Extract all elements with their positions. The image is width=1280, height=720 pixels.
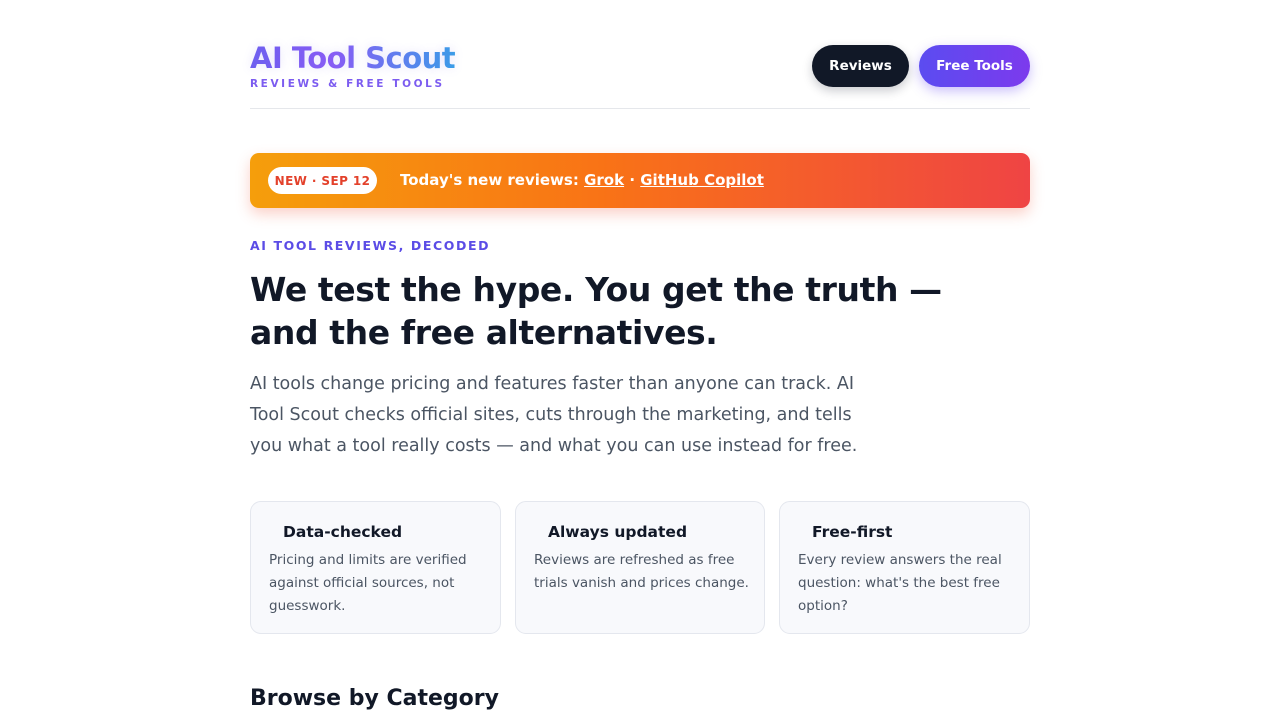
feature-card-title: Free-first xyxy=(812,523,893,541)
feature-card-title: Always updated xyxy=(548,523,688,541)
browse-by-category-heading: Browse by Category xyxy=(250,686,499,711)
banner-separator: · xyxy=(629,171,636,189)
grok-review-link[interactable]: Grok xyxy=(584,171,624,189)
feature-card-always-updated: Always updated Reviews are refreshed as … xyxy=(515,501,765,634)
hero-headline: We test the hype. You get the truth — an… xyxy=(250,268,950,354)
banner-prefix: Today's new reviews: xyxy=(400,171,579,189)
feature-card-body: Reviews are refreshed as free trials van… xyxy=(534,552,749,591)
feature-card-data-checked: Data-checked Pricing and limits are veri… xyxy=(250,501,501,634)
github-copilot-review-link[interactable]: GitHub Copilot xyxy=(640,171,764,189)
new-reviews-banner: NEW · SEP 12 Today's new reviews: Grok ·… xyxy=(250,153,1030,208)
site-logo[interactable]: AI Tool Scout xyxy=(250,41,456,75)
headline-line-1: We test the hype. You get the truth — xyxy=(250,270,942,309)
reviews-button[interactable]: Reviews xyxy=(812,45,909,87)
site-tagline: REVIEWS & FREE TOOLS xyxy=(250,78,445,90)
feature-card-free-first: Free-first Every review answers the real… xyxy=(779,501,1030,634)
new-badge: NEW · SEP 12 xyxy=(268,167,377,194)
site-header: AI Tool Scout REVIEWS & FREE TOOLS Revie… xyxy=(250,0,1030,109)
feature-card-body: Pricing and limits are verified against … xyxy=(269,552,467,614)
feature-card-body: Every review answers the real question: … xyxy=(798,552,1002,614)
banner-text: Today's new reviews: Grok · GitHub Copil… xyxy=(400,171,764,189)
hero-lead: AI tools change pricing and features fas… xyxy=(250,374,858,456)
feature-card-title: Data-checked xyxy=(283,523,403,541)
free-tools-button[interactable]: Free Tools xyxy=(919,45,1030,87)
headline-line-2: and the free alternatives. xyxy=(250,313,718,352)
hero-eyebrow: AI TOOL REVIEWS, DECODED xyxy=(250,238,491,253)
